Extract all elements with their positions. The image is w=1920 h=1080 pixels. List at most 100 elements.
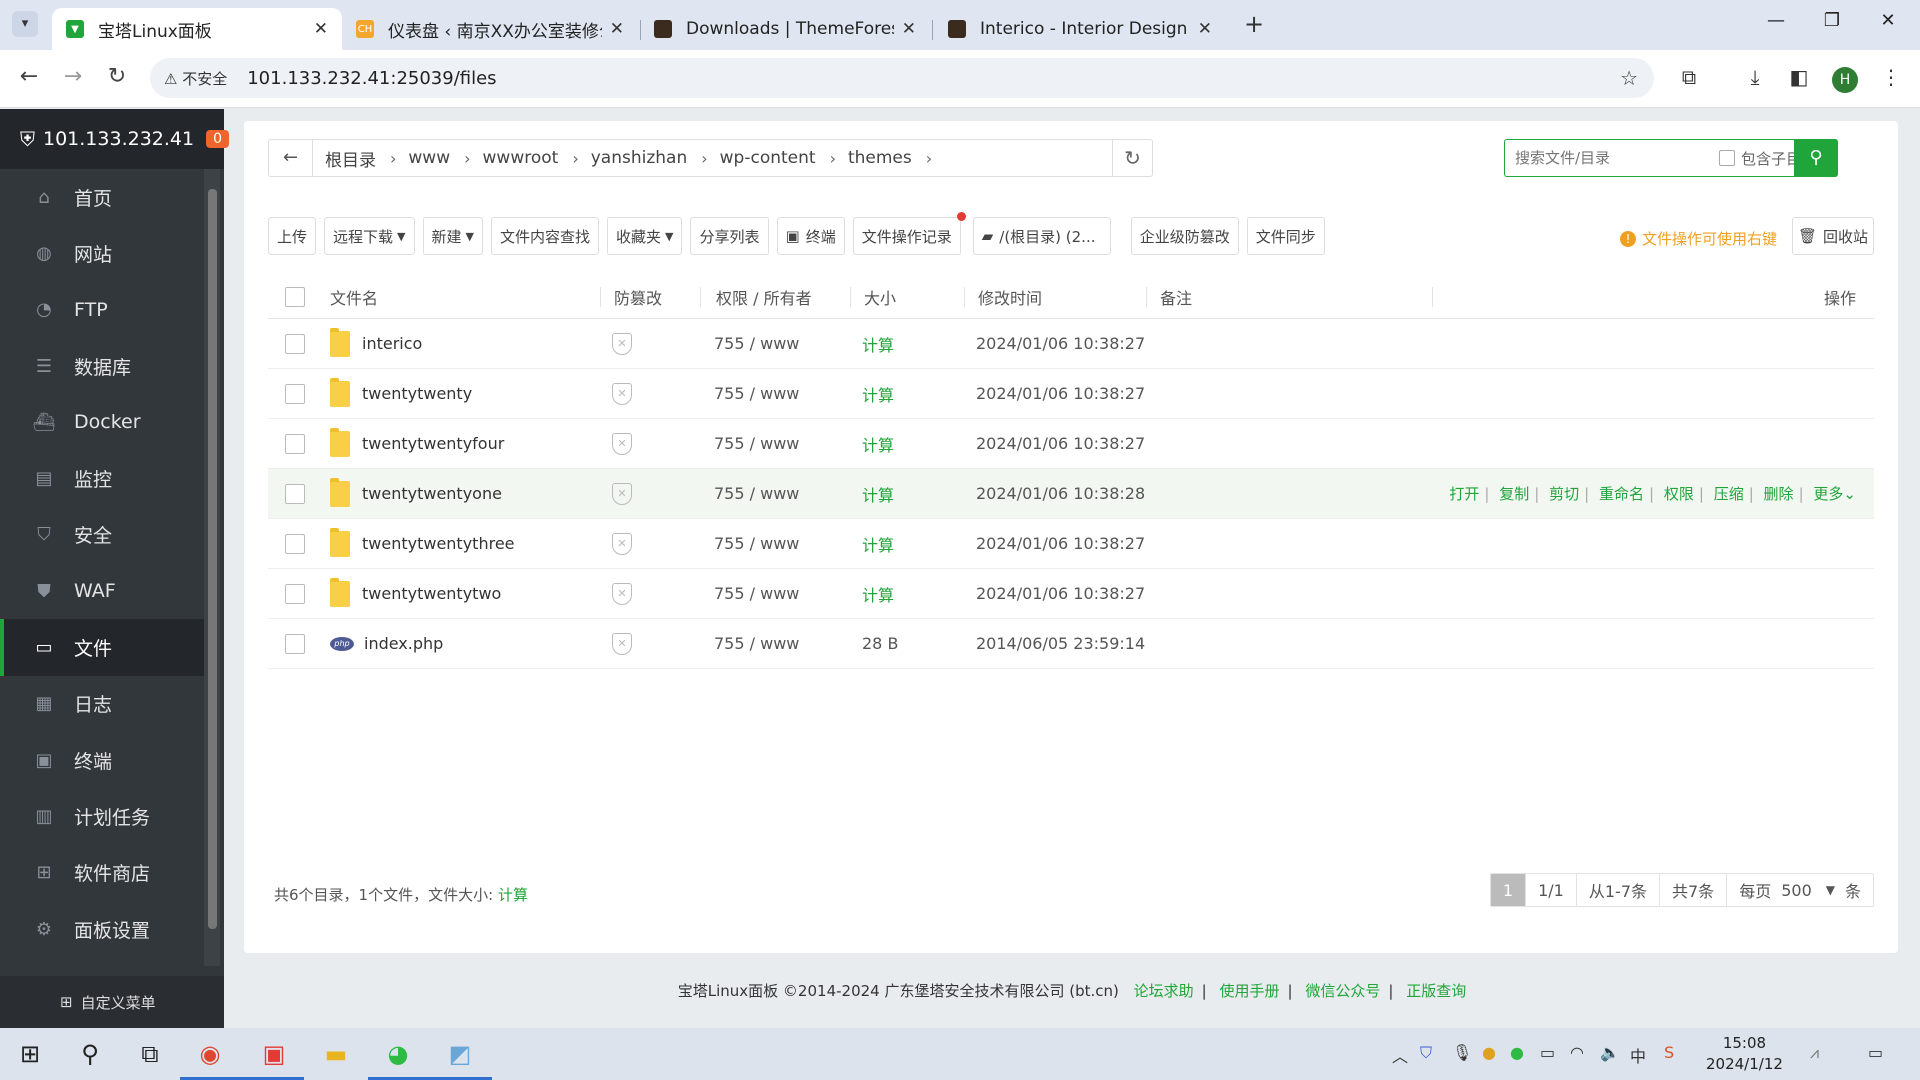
permission[interactable]: 755 / www — [714, 434, 799, 453]
sidebar-item-files[interactable]: ▭ 文件 — [0, 619, 204, 676]
tamper-guard-icon[interactable]: ✕ — [612, 332, 632, 355]
row-checkbox[interactable] — [285, 583, 305, 604]
bookmark-star-icon[interactable]: ☆ — [1620, 66, 1638, 90]
alert-badge[interactable]: 0 — [206, 130, 230, 148]
action-copy[interactable]: 复制 — [1499, 485, 1529, 503]
sidebar-scrollbar[interactable] — [204, 169, 220, 966]
upload-button[interactable]: 上传 — [268, 217, 317, 255]
chrome-icon[interactable]: ◉ — [192, 1036, 228, 1072]
recycle-bin-button[interactable]: 🗑 回收站 — [1792, 217, 1874, 255]
search-button[interactable]: ⚲ — [1794, 139, 1838, 177]
browser-menu-icon[interactable]: ⋮ — [1876, 65, 1906, 89]
file-log-button[interactable]: 文件操作记录 — [852, 212, 966, 255]
file-explorer-icon[interactable]: ▬ — [318, 1036, 354, 1072]
permission[interactable]: 755 / www — [714, 384, 799, 403]
sidebar-item-website[interactable]: ◍ 网站 — [0, 225, 204, 281]
size-calc-link[interactable]: 计算 — [862, 582, 894, 606]
task-view-icon[interactable]: ⧉ — [132, 1036, 168, 1072]
breadcrumb-item[interactable]: themes › — [848, 148, 932, 168]
reload-icon[interactable]: ↻ — [102, 64, 132, 89]
action-permission[interactable]: 权限 — [1664, 485, 1694, 503]
qq-tray-icon[interactable]: ● — [1482, 1043, 1496, 1062]
custom-menu-button[interactable]: ⊞ 自定义菜单 — [0, 976, 224, 1028]
table-row[interactable]: php index.php ✕ 755 / www 28 B 2014/06/05… — [268, 619, 1874, 669]
action-delete[interactable]: 删除 — [1764, 485, 1794, 503]
browser-tab-themeforest[interactable]: Downloads | ThemeForest ✕ — [640, 8, 930, 50]
back-icon[interactable]: ← — [14, 64, 44, 89]
refresh-icon[interactable]: ↻ — [1112, 140, 1152, 176]
tamper-guard-icon[interactable]: ✕ — [612, 532, 632, 555]
table-row[interactable]: twentytwenty ✕ 755 / www 计算 2024/01/06 1… — [268, 369, 1874, 419]
breadcrumb-item[interactable]: www › — [408, 148, 470, 168]
license-link[interactable]: 正版查询 — [1406, 982, 1466, 1000]
file-name[interactable]: twentytwentyfour — [330, 427, 504, 457]
tamper-guard-icon[interactable]: ✕ — [612, 382, 632, 405]
tamper-proof-button[interactable]: 企业级防篡改 — [1130, 217, 1239, 255]
sidebar-item-store[interactable]: ⊞ 软件商店 — [0, 845, 204, 901]
breadcrumb-item[interactable]: 根目录 › — [325, 146, 396, 171]
close-tab-icon[interactable]: ✕ — [902, 19, 916, 39]
close-window-icon[interactable]: ✕ — [1868, 10, 1908, 31]
sidebar-item-logs[interactable]: ▦ 日志 — [0, 676, 204, 732]
browser-tab-interico[interactable]: Interico - Interior Design & Ar ✕ — [934, 8, 1226, 50]
header-size[interactable]: 大小 — [864, 285, 896, 309]
size-calc-link[interactable]: 计算 — [862, 332, 894, 356]
sidebar-item-ftp[interactable]: ◔ FTP — [0, 282, 204, 338]
sidebar-item-waf[interactable]: ⛊ WAF — [0, 563, 204, 619]
per-page-select[interactable]: 每页 500 ▼ 条 — [1727, 874, 1873, 906]
extensions-icon[interactable]: ⧉ — [1674, 65, 1704, 89]
close-tab-icon[interactable]: ✕ — [610, 19, 624, 39]
action-open[interactable]: 打开 — [1449, 485, 1479, 503]
notification-center-icon[interactable]: ▭ — [1868, 1043, 1883, 1062]
terminal-button[interactable]: ▣ 终端 — [776, 217, 845, 255]
sidebar-item-monitor[interactable]: ▤ 监控 — [0, 450, 204, 506]
sidebar-item-database[interactable]: ☰ 数据库 — [0, 338, 204, 394]
row-checkbox[interactable] — [285, 533, 305, 554]
permission[interactable]: 755 / www — [714, 484, 799, 503]
close-tab-icon[interactable]: ✕ — [314, 19, 328, 39]
taskbar-clock[interactable]: 15:08 2024/1/12 — [1706, 1033, 1783, 1075]
app-red-icon[interactable]: ▣ — [256, 1036, 292, 1072]
manual-link[interactable]: 使用手册 — [1220, 982, 1280, 1000]
sidebar-item-docker[interactable]: ⛴ Docker — [0, 394, 204, 450]
select-all-checkbox[interactable] — [285, 286, 305, 307]
new-tab-button[interactable]: + — [1244, 10, 1264, 38]
tray-overflow-icon[interactable]: ︿ — [1392, 1043, 1408, 1067]
size-calc-link[interactable]: 计算 — [862, 382, 894, 406]
not-secure-indicator[interactable]: ⚠ 不安全 — [164, 68, 227, 89]
sidebar-item-security[interactable]: ⛉ 安全 — [0, 507, 204, 563]
file-name[interactable]: twentytwenty — [330, 377, 472, 407]
sidebar-item-settings[interactable]: ⚙ 面板设置 — [0, 901, 204, 957]
new-button[interactable]: 新建 ▼ — [422, 217, 483, 255]
windows-start-icon[interactable]: ⊞ — [12, 1036, 48, 1072]
row-checkbox[interactable] — [285, 333, 305, 354]
file-name[interactable]: twentytwentythree — [330, 527, 515, 557]
close-tab-icon[interactable]: ✕ — [1198, 19, 1212, 39]
restore-icon[interactable]: ❐ — [1812, 10, 1852, 31]
ime-s-icon[interactable]: S — [1664, 1043, 1674, 1062]
share-list-button[interactable]: 分享列表 — [690, 217, 769, 255]
table-row[interactable]: twentytwentyone ✕ 755 / www 计算 2024/01/0… — [268, 469, 1874, 519]
tamper-guard-icon[interactable]: ✕ — [612, 482, 632, 505]
size-calc-link[interactable]: 计算 — [862, 482, 894, 506]
wechat-tray-icon[interactable]: ● — [1510, 1043, 1524, 1062]
file-name[interactable]: twentytwentyone — [330, 477, 502, 507]
table-row[interactable]: interico ✕ 755 / www 计算 2024/01/06 10:38… — [268, 319, 1874, 369]
back-arrow-icon[interactable]: ← — [269, 140, 313, 176]
header-mtime[interactable]: 修改时间 — [978, 285, 1042, 309]
table-row[interactable]: twentytwentytwo ✕ 755 / www 计算 2024/01/0… — [268, 569, 1874, 619]
total-size-calc-link[interactable]: 计算 — [498, 886, 528, 904]
profile-avatar[interactable]: H — [1832, 67, 1858, 93]
table-row[interactable]: twentytwentythree ✕ 755 / www 计算 2024/01… — [268, 519, 1874, 569]
tamper-guard-icon[interactable]: ✕ — [612, 582, 632, 605]
browser-tab-dashboard[interactable]: CH 仪表盘 ‹ 南京XX办公室装修公司 ✕ — [342, 8, 638, 50]
breadcrumb-item[interactable]: wwwroot › — [483, 148, 579, 168]
search-input[interactable] — [1515, 149, 1715, 167]
permission[interactable]: 755 / www — [714, 534, 799, 553]
download-icon[interactable]: ⤓ — [1740, 65, 1770, 89]
row-checkbox[interactable] — [285, 483, 305, 504]
notes-app-icon[interactable]: ◩ — [442, 1036, 478, 1072]
file-name[interactable]: interico — [330, 327, 422, 357]
forum-link[interactable]: 论坛求助 — [1134, 982, 1194, 1000]
file-sync-button[interactable]: 文件同步 — [1246, 217, 1325, 255]
